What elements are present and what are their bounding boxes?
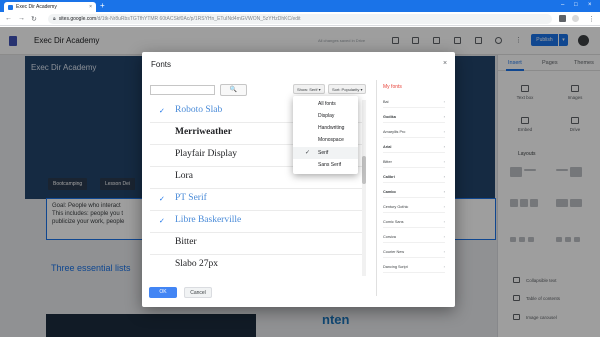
- close-icon[interactable]: ×: [443, 60, 447, 67]
- filter-option-serif[interactable]: ✓ Serif: [293, 147, 358, 159]
- font-row-bitter[interactable]: Bitter: [150, 232, 363, 255]
- sort-dropdown-button[interactable]: Sort: Popularity ▾: [328, 84, 367, 94]
- my-font-item[interactable]: Comic Sans ›: [383, 216, 445, 228]
- font-name: Corsiva: [383, 235, 396, 239]
- font-name: Merriweather: [175, 127, 232, 137]
- option-label: All fonts: [318, 101, 336, 107]
- lock-icon: 🔒︎: [53, 16, 56, 22]
- url-text: sites.google.com/d/1tk-Nr8uRbsTGTfhYTMR …: [58, 16, 301, 22]
- browser-toolbar: ← → ↻ 🔒︎ sites.google.com/d/1tk-Nr8uRbsT…: [0, 12, 600, 26]
- extension-icon[interactable]: [559, 15, 566, 22]
- my-font-item[interactable]: Arial ›: [383, 141, 445, 153]
- back-arrow-icon[interactable]: ←: [5, 15, 12, 22]
- forward-arrow-icon[interactable]: →: [18, 15, 25, 22]
- font-name: Courier New: [383, 250, 405, 254]
- font-name: Playfair Display: [175, 149, 238, 159]
- chevron-right-icon: ›: [443, 249, 445, 254]
- font-row-slabo-27px[interactable]: Slabo 27px: [150, 254, 363, 276]
- chevron-right-icon: ›: [443, 219, 445, 224]
- my-font-item[interactable]: Century Gothic ›: [383, 201, 445, 213]
- font-name: Libre Baskerville: [175, 215, 242, 225]
- font-name: Slabo 27px: [175, 259, 219, 269]
- font-name: Century Gothic: [383, 205, 409, 209]
- font-filter-menu: All fonts Display Handwriting Monospace …: [293, 96, 358, 174]
- checkmark-icon: ✓: [305, 150, 311, 156]
- address-bar[interactable]: 🔒︎ sites.google.com/d/1tk-Nr8uRbsTGTfhYT…: [48, 14, 552, 24]
- chevron-right-icon: ›: [443, 114, 445, 119]
- dialog-title: Fonts: [151, 60, 172, 69]
- filter-option-display[interactable]: Display: [293, 110, 358, 122]
- browser-tabstrip: Exec Dir Academy × + – □ ×: [0, 0, 600, 12]
- checkmark-icon: ✓: [159, 108, 165, 115]
- scrollbar-thumb[interactable]: [362, 156, 366, 184]
- font-name: Dancing Script: [383, 265, 408, 269]
- font-search-input[interactable]: [150, 85, 215, 95]
- font-name: Bitter: [175, 237, 197, 247]
- sites-favicon-icon: [8, 4, 13, 10]
- my-fonts-panel: My fonts Bai › Godika › Amaryllis Pro › Ari…: [376, 80, 448, 296]
- chevron-right-icon: ›: [443, 264, 445, 269]
- chevron-right-icon: ›: [443, 204, 445, 209]
- font-name: Cambo: [383, 190, 396, 194]
- chevron-right-icon: ›: [443, 99, 445, 104]
- filter-dropdown-button[interactable]: Show: Serif ▾: [293, 84, 325, 94]
- font-list-scrollbar[interactable]: [362, 100, 366, 276]
- chevron-right-icon: ›: [443, 159, 445, 164]
- profile-avatar-icon[interactable]: [572, 15, 579, 22]
- font-name: Amaryllis Pro: [383, 130, 406, 134]
- my-font-item[interactable]: Corsiva ›: [383, 231, 445, 243]
- my-font-item[interactable]: Amaryllis Pro ›: [383, 126, 445, 138]
- chevron-right-icon: ›: [443, 129, 445, 134]
- font-name: Arial: [383, 145, 392, 149]
- my-font-item[interactable]: Godika ›: [383, 111, 445, 123]
- browser-tab[interactable]: Exec Dir Academy ×: [4, 2, 96, 12]
- option-label: Display: [318, 113, 335, 119]
- ok-button[interactable]: OK: [149, 287, 177, 298]
- new-tab-button[interactable]: +: [100, 2, 105, 10]
- option-label: Handwriting: [318, 125, 345, 131]
- font-row-pt-serif[interactable]: ✓ PT Serif: [150, 188, 363, 211]
- fonts-dialog: Fonts × 🔍 Show: Serif ▾ Sort: Popularity…: [142, 52, 455, 307]
- filter-option-all-fonts[interactable]: All fonts: [293, 98, 358, 110]
- cancel-button[interactable]: Cancel: [184, 287, 212, 298]
- close-window-button[interactable]: ×: [588, 2, 592, 8]
- option-label: Monospace: [318, 137, 344, 143]
- font-row-libre-baskerville[interactable]: ✓ Libre Baskerville: [150, 210, 363, 233]
- my-fonts-title: My fonts: [383, 84, 402, 90]
- my-font-item[interactable]: Calibri ›: [383, 171, 445, 183]
- chevron-right-icon: ›: [443, 234, 445, 239]
- filter-option-sans-serif[interactable]: Sans Serif: [293, 159, 358, 171]
- font-name: Comic Sans: [383, 220, 404, 224]
- font-name: Roboto Slab: [175, 105, 223, 115]
- font-name: Bitter: [383, 160, 392, 164]
- search-icon[interactable]: 🔍: [220, 84, 247, 96]
- chevron-right-icon: ›: [443, 189, 445, 194]
- filter-option-monospace[interactable]: Monospace: [293, 134, 358, 146]
- browser-menu-icon[interactable]: ⋮: [588, 15, 595, 23]
- font-name: PT Serif: [175, 193, 207, 203]
- option-label: Serif: [318, 150, 329, 156]
- font-name: Calibri: [383, 175, 395, 179]
- minimize-button[interactable]: –: [561, 2, 564, 8]
- font-name: Bai: [383, 100, 389, 104]
- maximize-button[interactable]: □: [574, 2, 578, 8]
- my-font-item[interactable]: Bitter ›: [383, 156, 445, 168]
- tab-title: Exec Dir Academy: [16, 4, 57, 10]
- font-name: Lora: [175, 171, 193, 181]
- chevron-right-icon: ›: [443, 174, 445, 179]
- my-font-item[interactable]: Cambo ›: [383, 186, 445, 198]
- chevron-right-icon: ›: [443, 144, 445, 149]
- filter-option-handwriting[interactable]: Handwriting: [293, 122, 358, 134]
- option-label: Sans Serif: [318, 162, 342, 168]
- my-font-item[interactable]: Bai ›: [383, 96, 445, 108]
- checkmark-icon: ✓: [159, 196, 165, 203]
- tab-close-icon[interactable]: ×: [89, 4, 92, 10]
- my-font-item[interactable]: Courier New ›: [383, 246, 445, 258]
- font-name: Godika: [383, 115, 396, 119]
- reload-icon[interactable]: ↻: [31, 15, 37, 23]
- checkmark-icon: ✓: [159, 218, 165, 225]
- my-font-item[interactable]: Dancing Script ›: [383, 261, 445, 273]
